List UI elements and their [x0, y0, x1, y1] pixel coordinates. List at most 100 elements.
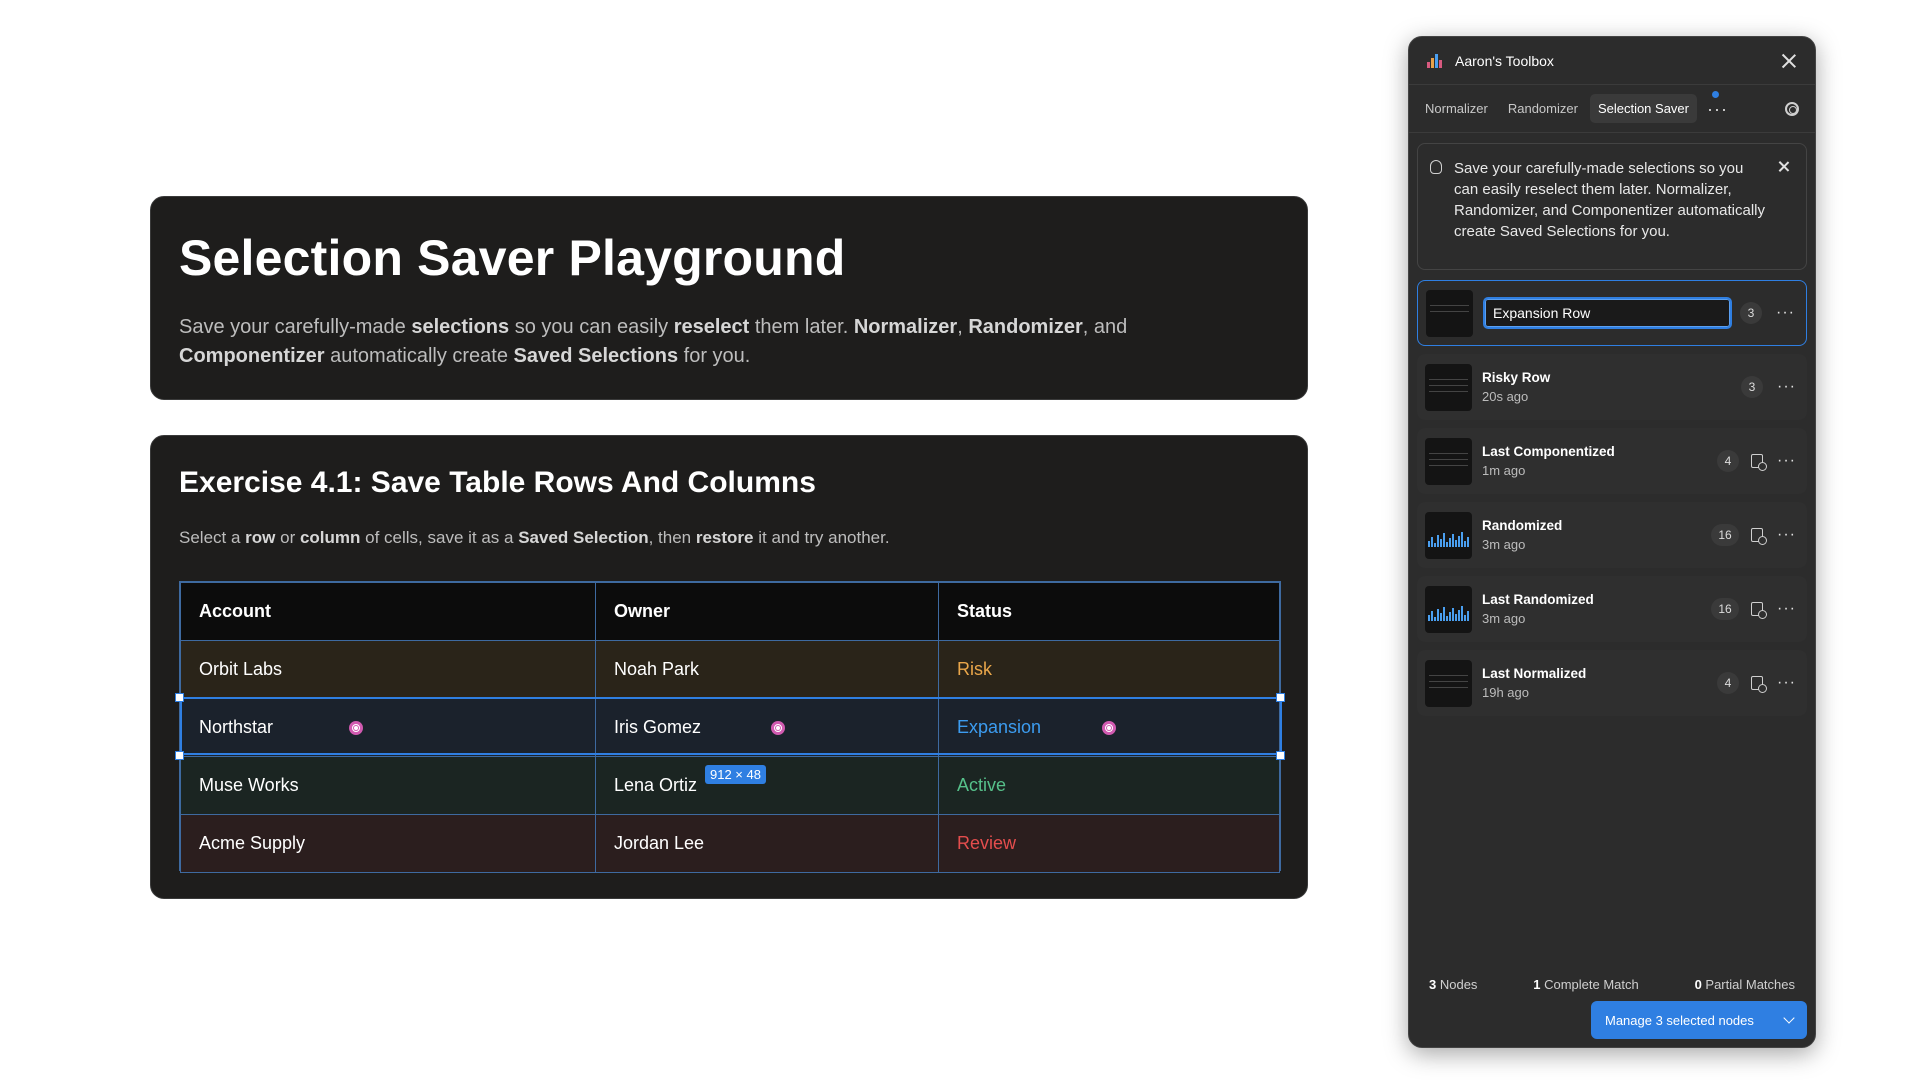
cell-status[interactable]: Review [938, 814, 1280, 873]
notification-dot [1712, 91, 1719, 98]
cell-owner[interactable]: Jordan Lee [595, 814, 939, 873]
cell-status[interactable]: Risk [938, 640, 1280, 699]
selection-meta: Last Componentized 1m ago [1482, 444, 1709, 478]
saved-selection-editing[interactable]: 3 ··· [1417, 280, 1807, 346]
selection-thumbnail [1426, 289, 1473, 337]
resize-handle[interactable] [175, 693, 184, 702]
more-options-icon[interactable]: ··· [1777, 527, 1795, 543]
saved-selection-item[interactable]: Randomized 3m ago 16 ··· [1417, 502, 1807, 568]
selection-marker-icon[interactable] [771, 721, 785, 735]
selection-thumbnail [1425, 659, 1472, 707]
selection-thumbnail [1425, 437, 1472, 485]
more-options-icon[interactable]: ··· [1777, 601, 1795, 617]
selection-time: 3m ago [1482, 537, 1526, 552]
exercise-description: Select a row or column of cells, save it… [179, 528, 890, 547]
hero-description: Save your carefully-made selections so y… [179, 316, 1128, 367]
node-count-badge: 3 [1741, 376, 1763, 398]
saved-selection-item[interactable]: Last Normalized 19h ago 4 ··· [1417, 650, 1807, 716]
close-icon[interactable] [1781, 53, 1797, 69]
selection-time: 3m ago [1482, 611, 1526, 626]
more-options-icon[interactable]: ··· [1777, 675, 1795, 691]
selection-thumbnail [1425, 511, 1472, 559]
component-doc-icon[interactable] [1751, 454, 1767, 471]
component-doc-icon[interactable] [1751, 602, 1767, 619]
toolbox-logo-icon [1427, 53, 1445, 68]
table-header-row: Account Owner Status [180, 582, 1280, 641]
manage-nodes-button[interactable]: Manage 3 selected nodes [1591, 1001, 1807, 1039]
tab-randomizer[interactable]: Randomizer [1500, 94, 1586, 123]
cell-text: Iris Gomez [614, 717, 702, 737]
node-count-badge: 4 [1717, 672, 1739, 694]
more-options-icon[interactable]: ··· [1777, 379, 1795, 395]
cell-text: Northstar [199, 717, 274, 737]
saved-selections-list: 3 ··· Risky Row20s ago3···Last Component… [1409, 280, 1815, 716]
lightbulb-icon [1430, 160, 1442, 174]
cell-text: Expansion [957, 717, 1042, 737]
cell-status[interactable]: Active [938, 756, 1280, 815]
tab-normalizer[interactable]: Normalizer [1417, 94, 1496, 123]
header-account[interactable]: Account [180, 582, 596, 641]
node-count-badge: 3 [1740, 302, 1762, 324]
partial-matches-stat: 0 Partial Matches [1694, 977, 1795, 992]
table-row[interactable]: Orbit Labs Noah Park Risk [180, 640, 1280, 699]
node-count-badge: 4 [1717, 450, 1739, 472]
selection-meta: Last Randomized 3m ago [1482, 592, 1703, 626]
header-status[interactable]: Status [938, 582, 1280, 641]
chevron-down-icon[interactable] [1783, 1012, 1795, 1024]
selection-name: Last Componentized [1482, 444, 1615, 459]
selection-meta: Last Normalized 19h ago [1482, 666, 1709, 700]
cell-account[interactable]: Acme Supply [180, 814, 596, 873]
component-doc-icon[interactable] [1751, 676, 1767, 693]
selection-marker-icon[interactable] [1102, 721, 1116, 735]
selection-meta: Randomized 3m ago [1482, 518, 1703, 552]
selection-name: Randomized [1482, 518, 1563, 533]
selection-time: 19h ago [1482, 685, 1529, 700]
saved-selection-item[interactable]: Risky Row 20s ago 3 ··· [1417, 354, 1807, 420]
tip-banner: Save your carefully-made selections so y… [1417, 143, 1807, 270]
selection-time: 20s ago [1482, 389, 1529, 404]
selection-stats: 3 Nodes 1 Complete Match 0 Partial Match… [1409, 977, 1815, 992]
tab-selection-saver[interactable]: Selection Saver [1589, 94, 1697, 123]
nodes-stat: 3 Nodes [1429, 977, 1478, 992]
more-options-icon[interactable]: ··· [1776, 305, 1794, 321]
selection-thumbnail [1425, 363, 1472, 411]
accounts-table: Account Owner Status Orbit Labs Noah Par… [175, 581, 1285, 873]
cell-account[interactable]: Northstar [180, 698, 596, 757]
resize-handle[interactable] [1276, 693, 1285, 702]
node-count-badge: 16 [1711, 598, 1739, 620]
more-options-icon[interactable]: ··· [1777, 453, 1795, 469]
component-doc-icon[interactable] [1751, 528, 1767, 545]
selection-marker-icon[interactable] [349, 721, 363, 735]
selection-thumbnail [1425, 585, 1472, 633]
plugin-panel: Aaron's Toolbox Normalizer Randomizer Se… [1408, 36, 1816, 1048]
table-row-selected[interactable]: Northstar Iris Gomez Expansion [180, 698, 1280, 757]
saved-selection-item[interactable]: Last Randomized 3m ago 16 ··· [1417, 576, 1807, 642]
panel-title: Aaron's Toolbox [1455, 52, 1554, 69]
panel-titlebar: Aaron's Toolbox [1409, 37, 1815, 85]
cell-account[interactable]: Orbit Labs [180, 640, 596, 699]
header-owner[interactable]: Owner [595, 582, 939, 641]
resize-handle[interactable] [1276, 751, 1285, 760]
cell-owner[interactable]: Lena Ortiz [595, 756, 939, 815]
selection-time: 1m ago [1482, 463, 1526, 478]
dismiss-tip-icon[interactable] [1778, 160, 1790, 172]
panel-tabs: Normalizer Randomizer Selection Saver ··… [1409, 85, 1815, 133]
selection-name: Last Randomized [1482, 592, 1594, 607]
saved-selection-item[interactable]: Last Componentized 1m ago 4 ··· [1417, 428, 1807, 494]
settings-gear-icon[interactable] [1785, 101, 1799, 116]
exercise-card: Exercise 4.1: Save Table Rows And Column… [150, 435, 1308, 899]
complete-match-stat: 1 Complete Match [1533, 977, 1639, 992]
selection-name-input[interactable] [1483, 297, 1732, 329]
resize-handle[interactable] [175, 751, 184, 760]
cell-owner[interactable]: Iris Gomez [595, 698, 939, 757]
cell-owner[interactable]: Noah Park [595, 640, 939, 699]
exercise-title: Exercise 4.1: Save Table Rows And Column… [179, 466, 816, 499]
table-row[interactable]: Acme Supply Jordan Lee Review [180, 814, 1280, 873]
cell-account[interactable]: Muse Works [180, 756, 596, 815]
node-count-badge: 16 [1711, 524, 1739, 546]
tip-text: Save your carefully-made selections so y… [1454, 160, 1765, 240]
cell-status[interactable]: Expansion [938, 698, 1280, 757]
page-title: Selection Saver Playground [179, 230, 846, 286]
more-tabs-icon[interactable]: ··· [1701, 100, 1734, 118]
manage-nodes-label: Manage 3 selected nodes [1605, 1012, 1754, 1028]
